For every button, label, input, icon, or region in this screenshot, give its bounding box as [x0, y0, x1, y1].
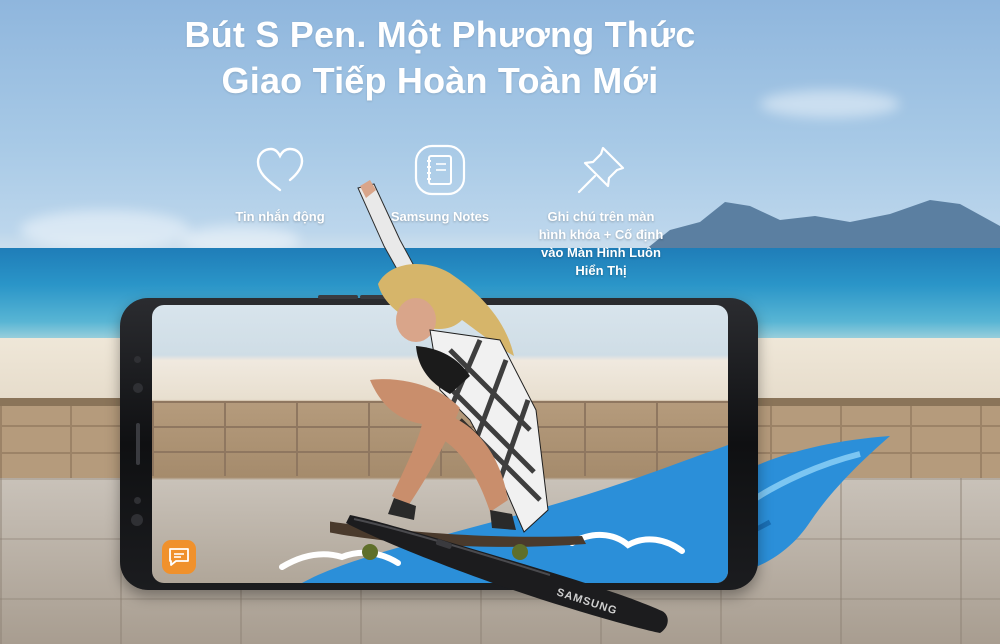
promo-banner: Bút S Pen. Một Phương Thức Giao Tiếp Hoà…	[0, 0, 1000, 644]
cloud	[760, 90, 900, 118]
phone-sensor	[134, 497, 141, 504]
phone-sensor	[134, 356, 141, 363]
phone-sensor	[131, 514, 143, 526]
headline: Bút S Pen. Một Phương Thức Giao Tiếp Hoà…	[150, 12, 730, 104]
phone-front-camera	[133, 383, 143, 393]
heart-icon	[256, 147, 304, 192]
cloud	[20, 210, 190, 250]
mountain-silhouette	[640, 200, 1000, 254]
chat-bubble-icon	[169, 548, 189, 566]
phone-speaker	[136, 423, 140, 465]
headline-line-1: Bút S Pen. Một Phương Thức	[184, 14, 696, 55]
live-message-button[interactable]	[162, 540, 196, 574]
s-pen-stylus: SAMSUNG	[346, 515, 668, 633]
feature-label: Tin nhắn động	[235, 209, 325, 224]
headline-line-2: Giao Tiếp Hoàn Toàn Mới	[221, 60, 659, 101]
feature-live-message: Tin nhắn động	[222, 142, 338, 226]
